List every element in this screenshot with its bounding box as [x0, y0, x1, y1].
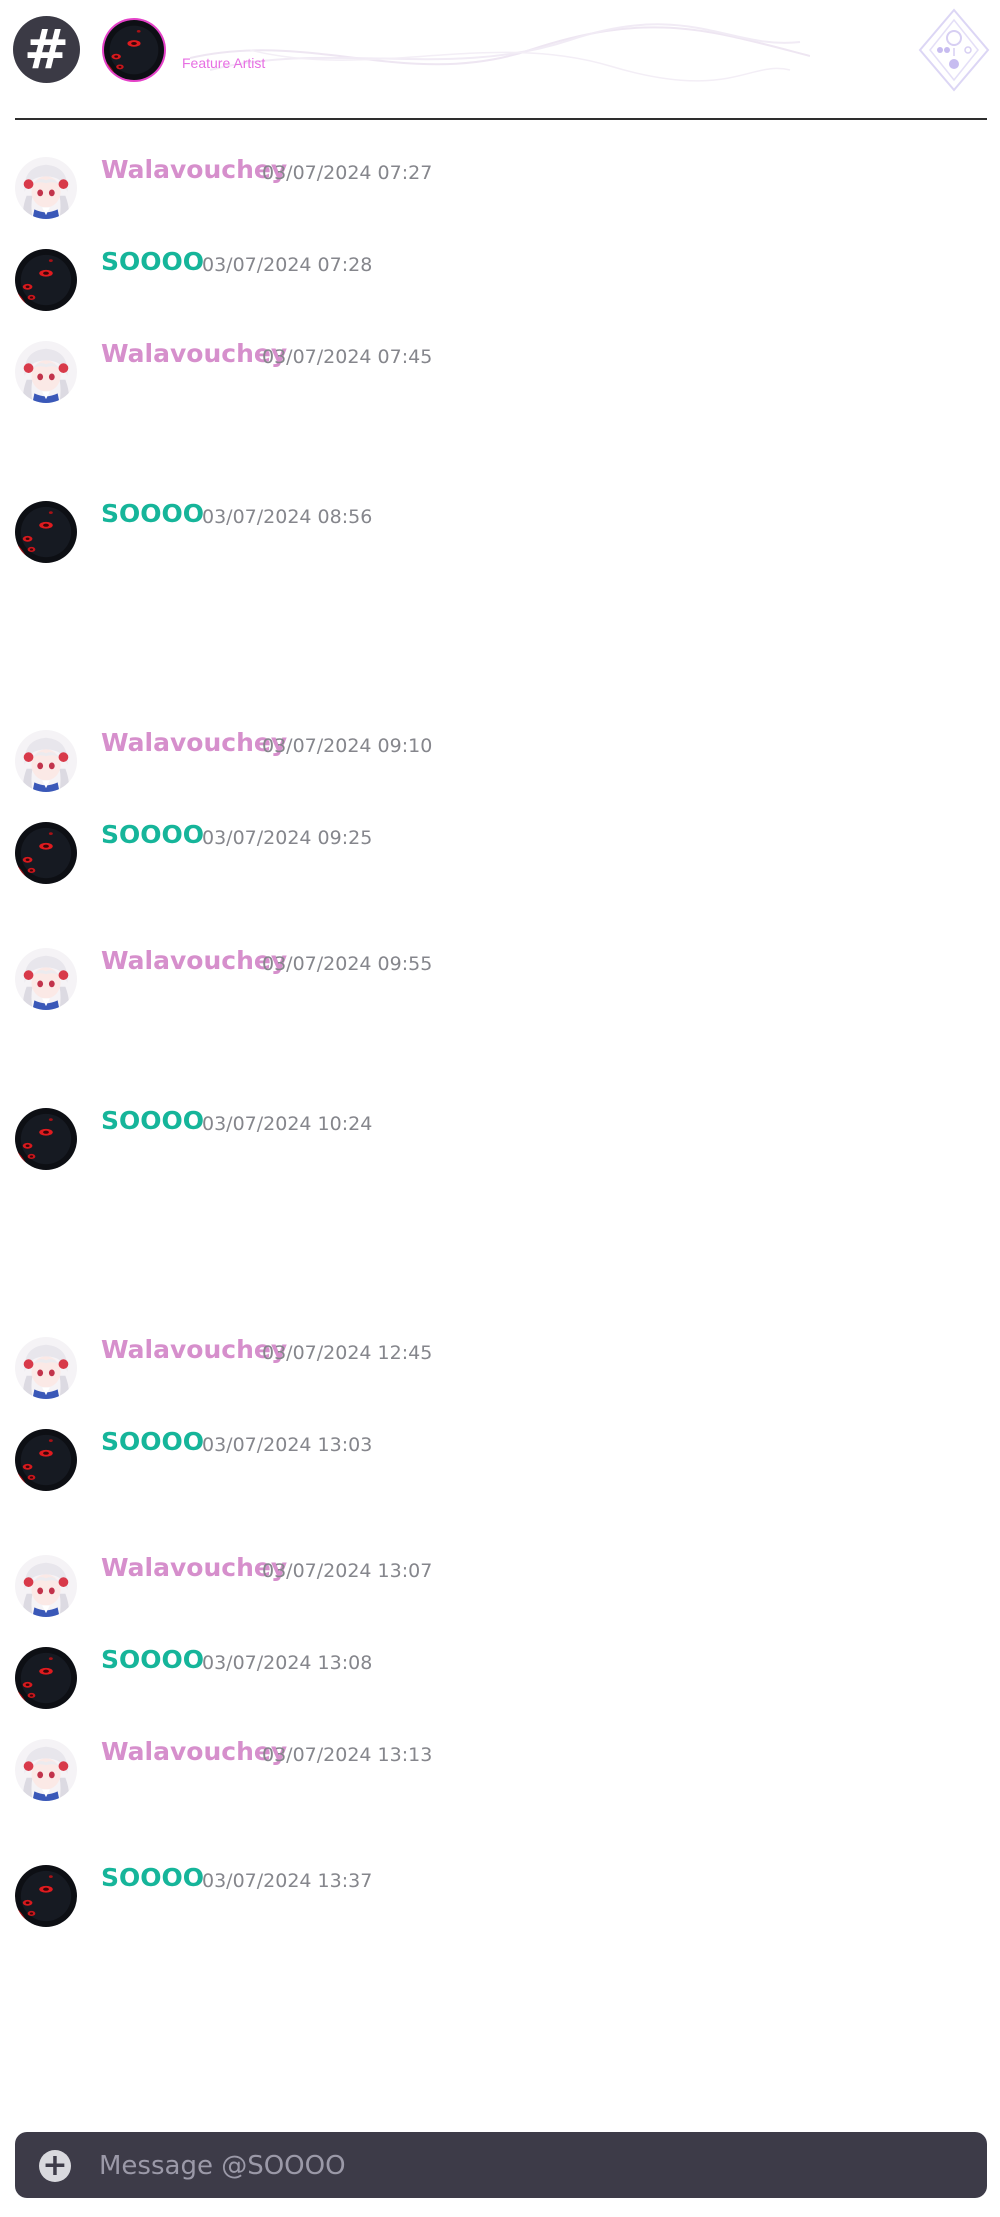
message: Walavouchey 03/07/2024 07:27 — [0, 155, 1000, 225]
avatar[interactable] — [15, 157, 77, 219]
timestamp: 03/07/2024 09:55 — [262, 953, 433, 975]
channel-header: # Feature Artist — [0, 0, 1000, 120]
diamond-emblem-icon — [918, 8, 990, 92]
avatar[interactable] — [15, 948, 77, 1010]
timestamp: 03/07/2024 12:45 — [262, 1342, 433, 1364]
message: SOOOO 03/07/2024 10:24 — [0, 1106, 1000, 1176]
author-name[interactable]: SOOOO — [101, 1645, 204, 1674]
hash-icon[interactable]: # — [13, 16, 80, 83]
avatar[interactable] — [15, 1429, 77, 1491]
timestamp: 03/07/2024 07:27 — [262, 162, 433, 184]
author-name[interactable]: Walavouchey — [101, 1737, 287, 1766]
author-name[interactable]: Walavouchey — [101, 946, 287, 975]
author-name[interactable]: SOOOO — [101, 247, 204, 276]
timestamp: 03/07/2024 07:28 — [202, 254, 373, 276]
avatar[interactable] — [15, 1865, 77, 1927]
author-name[interactable]: SOOOO — [101, 499, 204, 528]
author-name[interactable]: Walavouchey — [101, 1335, 287, 1364]
avatar[interactable] — [15, 1337, 77, 1399]
avatar[interactable] — [15, 501, 77, 563]
message: SOOOO 03/07/2024 13:03 — [0, 1427, 1000, 1497]
author-name[interactable]: Walavouchey — [101, 728, 287, 757]
avatar[interactable] — [15, 1647, 77, 1709]
author-name[interactable]: SOOOO — [101, 1863, 204, 1892]
message-input[interactable] — [97, 2142, 961, 2190]
timestamp: 03/07/2024 13:03 — [202, 1434, 373, 1456]
avatar[interactable] — [15, 341, 77, 403]
plus-circle-icon[interactable]: + — [39, 2150, 71, 2182]
message: SOOOO 03/07/2024 13:08 — [0, 1645, 1000, 1715]
avatar[interactable] — [15, 730, 77, 792]
avatar[interactable] — [15, 1108, 77, 1170]
timestamp: 03/07/2024 13:13 — [262, 1744, 433, 1766]
message: SOOOO 03/07/2024 09:25 — [0, 820, 1000, 890]
message: Walavouchey 03/07/2024 07:45 — [0, 339, 1000, 409]
author-name[interactable]: SOOOO — [101, 820, 204, 849]
role-label: Feature Artist — [182, 55, 266, 71]
avatar[interactable] — [15, 822, 77, 884]
message: SOOOO 03/07/2024 07:28 — [0, 247, 1000, 317]
avatar[interactable] — [15, 1555, 77, 1617]
author-name[interactable]: SOOOO — [101, 1106, 204, 1135]
author-name[interactable]: Walavouchey — [101, 155, 287, 184]
message: Walavouchey 03/07/2024 09:10 — [0, 728, 1000, 798]
message: Walavouchey 03/07/2024 12:45 — [0, 1335, 1000, 1405]
header-divider — [15, 118, 987, 120]
message: SOOOO 03/07/2024 13:37 — [0, 1863, 1000, 1933]
author-name[interactable]: Walavouchey — [101, 1553, 287, 1582]
message: SOOOO 03/07/2024 08:56 — [0, 499, 1000, 569]
message: Walavouchey 03/07/2024 09:55 — [0, 946, 1000, 1016]
timestamp: 03/07/2024 08:56 — [202, 506, 373, 528]
timestamp: 03/07/2024 13:08 — [202, 1652, 373, 1674]
timestamp: 03/07/2024 09:25 — [202, 827, 373, 849]
message: Walavouchey 03/07/2024 13:07 — [0, 1553, 1000, 1623]
avatar[interactable] — [15, 249, 77, 311]
message-composer: + — [15, 2132, 987, 2198]
timestamp: 03/07/2024 13:37 — [202, 1870, 373, 1892]
author-name[interactable]: Walavouchey — [101, 339, 287, 368]
timestamp: 03/07/2024 07:45 — [262, 346, 433, 368]
header-avatar[interactable] — [101, 17, 167, 83]
header-decoration — [190, 23, 810, 82]
timestamp: 03/07/2024 10:24 — [202, 1113, 373, 1135]
author-name[interactable]: SOOOO — [101, 1427, 204, 1456]
timestamp: 03/07/2024 13:07 — [262, 1560, 433, 1582]
avatar[interactable] — [15, 1739, 77, 1801]
message: Walavouchey 03/07/2024 13:13 — [0, 1737, 1000, 1807]
timestamp: 03/07/2024 09:10 — [262, 735, 433, 757]
